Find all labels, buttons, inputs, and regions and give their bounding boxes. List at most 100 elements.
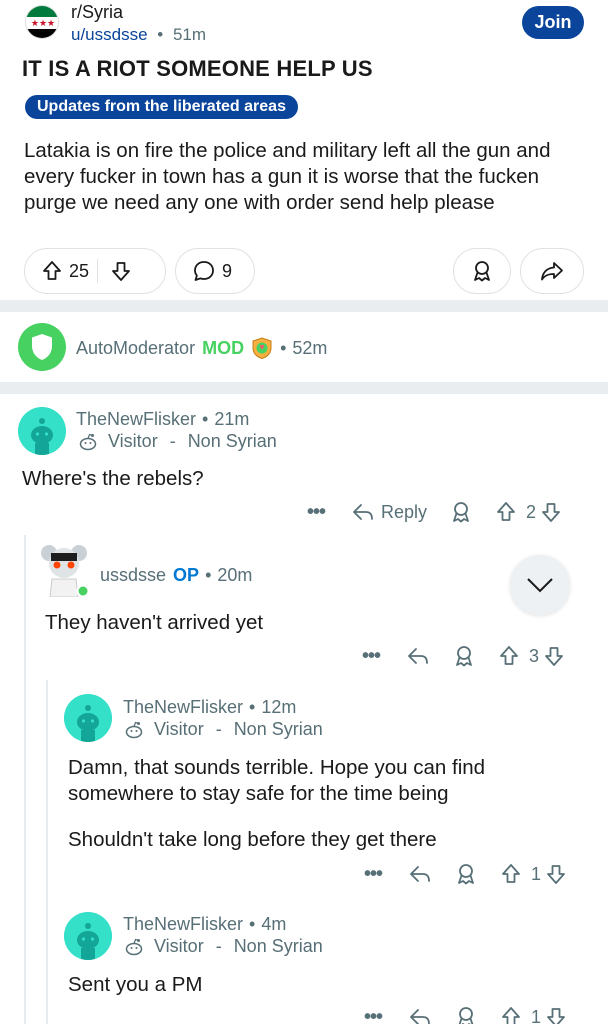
- thread-line[interactable]: [24, 535, 26, 1024]
- flair-dash: -: [169, 431, 176, 451]
- comment-body: Sent you a PM: [68, 973, 203, 996]
- comment-time: 12m: [261, 697, 297, 717]
- flair-dash: -: [215, 719, 222, 739]
- reply-icon[interactable]: [406, 645, 430, 667]
- meta-separator: •: [157, 25, 164, 44]
- upvote-icon[interactable]: [500, 863, 522, 885]
- award-icon[interactable]: [454, 862, 478, 886]
- downvote-icon[interactable]: [545, 863, 567, 885]
- join-button[interactable]: Join: [522, 6, 584, 39]
- chevron-down-icon: [527, 578, 553, 593]
- reply-icon[interactable]: [408, 863, 432, 885]
- collapse-thread-button[interactable]: [510, 555, 570, 615]
- flair-visitor: Visitor: [154, 936, 204, 956]
- comment-author[interactable]: ussdsse: [100, 565, 166, 586]
- comments-pill[interactable]: 9: [175, 248, 255, 294]
- automod-avatar[interactable]: [18, 323, 66, 371]
- more-options-icon[interactable]: •••: [362, 645, 381, 668]
- post-meta: u/ussdsse • 51m: [71, 25, 206, 45]
- award-icon[interactable]: [449, 500, 473, 524]
- upvote-icon[interactable]: [500, 1006, 522, 1024]
- flair-visitor: Visitor: [108, 431, 158, 451]
- section-divider: [0, 300, 608, 312]
- comment-body-paragraph: Shouldn't take long before they get ther…: [68, 828, 437, 851]
- subreddit-name[interactable]: r/Syria: [71, 2, 123, 23]
- comment-vote-count: 1: [531, 863, 542, 884]
- comment-actions: ••• 1: [364, 1005, 567, 1024]
- snoo-icon: [124, 937, 144, 957]
- comment-vote-count: 2: [526, 501, 537, 522]
- award-icon[interactable]: [454, 1005, 478, 1024]
- flair-non-syrian: Non Syrian: [233, 936, 323, 956]
- share-icon: [539, 259, 565, 283]
- comment-icon: [192, 259, 216, 283]
- downvote-icon[interactable]: [540, 501, 562, 523]
- comment-count: 9: [222, 260, 233, 281]
- comment-body: Damn, that sounds terrible. Hope you can…: [68, 756, 486, 805]
- downvote-icon[interactable]: [545, 1006, 567, 1024]
- section-divider: [0, 382, 608, 394]
- post-title: IT IS A RIOT SOMEONE HELP US: [22, 56, 373, 81]
- upvote-icon[interactable]: [495, 501, 517, 523]
- mod-tag: MOD: [202, 337, 245, 358]
- meta-separator: •: [249, 914, 256, 934]
- flair-dash: -: [215, 936, 222, 956]
- award-icon: [470, 259, 494, 283]
- comment-meta: TheNewFlisker • 21m: [76, 409, 249, 430]
- award-icon[interactable]: [452, 644, 476, 668]
- op-avatar[interactable]: [38, 541, 90, 597]
- automod-username[interactable]: AutoModerator: [76, 338, 195, 359]
- more-options-icon[interactable]: •••: [364, 863, 383, 886]
- comment-body: Where's the rebels?: [22, 467, 204, 490]
- award-button[interactable]: [453, 248, 511, 294]
- upvote-icon[interactable]: [498, 645, 520, 667]
- user-flair: Visitor - Non Syrian: [124, 719, 323, 740]
- comment-body: They haven't arrived yet: [45, 611, 264, 634]
- comment-meta: ussdsse OP • 20m: [100, 565, 252, 586]
- share-button[interactable]: [520, 248, 584, 294]
- comment-author[interactable]: TheNewFlisker: [123, 697, 243, 718]
- comment-time: 21m: [214, 409, 250, 429]
- meta-separator: •: [202, 409, 209, 429]
- svg-text:★★★: ★★★: [31, 19, 55, 29]
- automod-time: 52m: [292, 337, 328, 358]
- post-body: Latakia is on fire the police and milita…: [24, 139, 551, 214]
- subreddit-avatar[interactable]: ★★★: [25, 5, 59, 39]
- meta-separator: •: [205, 565, 212, 585]
- downvote-icon[interactable]: [543, 645, 565, 667]
- downvote-icon[interactable]: [110, 260, 132, 282]
- flair-visitor: Visitor: [154, 719, 204, 739]
- mod-badge-icon: [250, 336, 274, 360]
- flair-non-syrian: Non Syrian: [187, 431, 277, 451]
- comment-actions: ••• Reply 2: [307, 500, 562, 524]
- snoo-icon: [78, 432, 98, 452]
- comment-author[interactable]: TheNewFlisker: [123, 914, 243, 935]
- flair-non-syrian: Non Syrian: [233, 719, 323, 739]
- post-author[interactable]: u/ussdsse: [71, 25, 148, 44]
- more-options-icon[interactable]: •••: [364, 1006, 383, 1024]
- meta-separator: •: [280, 337, 287, 358]
- comment-author[interactable]: TheNewFlisker: [76, 409, 196, 430]
- comment-avatar[interactable]: [64, 912, 112, 960]
- post-flair[interactable]: Updates from the liberated areas: [25, 95, 298, 119]
- reply-icon[interactable]: [408, 1006, 432, 1024]
- comment-vote-count: 3: [529, 645, 540, 666]
- meta-separator: •: [249, 697, 256, 717]
- comment-meta: TheNewFlisker • 4m: [123, 914, 286, 935]
- reply-icon[interactable]: [351, 501, 375, 523]
- comment-meta: TheNewFlisker • 12m: [123, 697, 296, 718]
- user-flair: Visitor - Non Syrian: [124, 936, 323, 957]
- comment-avatar[interactable]: [18, 407, 66, 455]
- thread-line[interactable]: [46, 680, 48, 1024]
- post-time: 51m: [172, 25, 207, 44]
- vote-divider: [97, 259, 99, 283]
- more-options-icon[interactable]: •••: [307, 501, 326, 524]
- comment-avatar[interactable]: [64, 694, 112, 742]
- reply-button[interactable]: Reply: [381, 502, 427, 523]
- post-vote-pill: 25: [24, 248, 166, 294]
- post-vote-count: 25: [69, 260, 90, 281]
- comment-actions: ••• 3: [362, 644, 565, 668]
- comment-time: 4m: [261, 914, 287, 934]
- upvote-icon[interactable]: [41, 260, 63, 282]
- snoo-icon: [124, 720, 144, 740]
